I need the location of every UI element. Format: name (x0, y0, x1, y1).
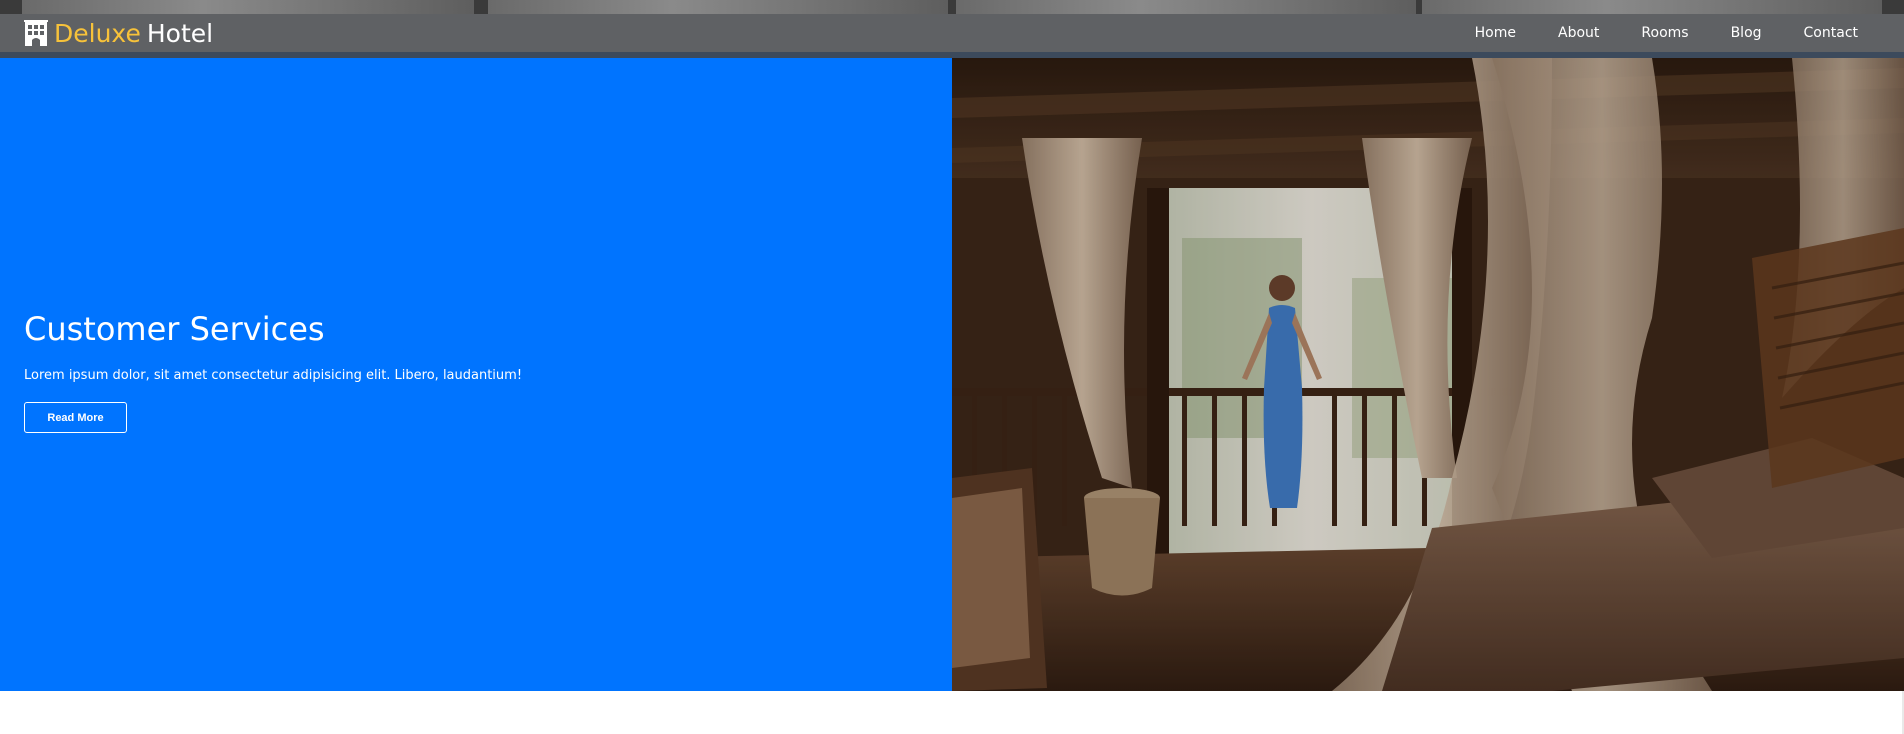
nav-link-rooms[interactable]: Rooms (1620, 14, 1709, 52)
nav-link-contact[interactable]: Contact (1783, 14, 1880, 52)
main-menu: Home About Rooms Blog Contact (1454, 14, 1880, 52)
background-image-tile (22, 0, 474, 14)
page-content-below (0, 691, 1904, 734)
hero-section: Customer Services Lorem ipsum dolor, sit… (0, 58, 1904, 691)
background-image-tile (956, 0, 1416, 14)
background-image-tile (1422, 0, 1882, 14)
brand-name-rest: Hotel (146, 18, 214, 48)
nav-link-about[interactable]: About (1537, 14, 1620, 52)
navbar: Deluxe Hotel Home About Rooms Blog Conta… (0, 14, 1904, 52)
hero-description: Lorem ipsum dolor, sit amet consectetur … (24, 368, 523, 383)
nav-link-home[interactable]: Home (1454, 14, 1537, 52)
hotel-building-icon (24, 20, 48, 46)
brand-name-accent: Deluxe (54, 18, 141, 48)
hero-photo (952, 58, 1904, 691)
header-background-strip (0, 0, 1904, 14)
hero-title: Customer Services (24, 310, 325, 348)
hotel-room-photo-image (952, 58, 1904, 691)
brand-logo-link[interactable]: Deluxe Hotel (24, 19, 213, 48)
hero-text-panel: Customer Services Lorem ipsum dolor, sit… (0, 58, 952, 691)
nav-link-blog[interactable]: Blog (1710, 14, 1783, 52)
background-image-tile (488, 0, 948, 14)
read-more-button[interactable]: Read More (24, 402, 127, 433)
